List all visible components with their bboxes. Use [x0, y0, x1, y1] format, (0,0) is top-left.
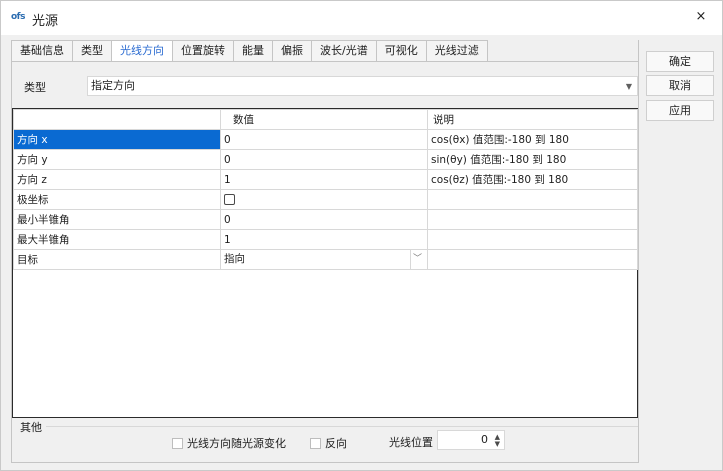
window-title: 光源 [32, 14, 59, 29]
row-value-cell[interactable]: 指向 ﹀ [220, 249, 428, 270]
cancel-button[interactable]: 取消 [646, 75, 714, 96]
follow-source-label: 光线方向随光源变化 [187, 437, 286, 450]
row-description: cos(θx) 值范围:-180 到 180 [427, 129, 638, 150]
tab-energy[interactable]: 能量 [233, 40, 272, 62]
property-grid: 数值 说明 方向 x 0 cos(θx) 值范围:-180 到 180 方向 y… [12, 108, 638, 418]
tab-visualization[interactable]: 可视化 [375, 40, 426, 62]
reverse-checkbox[interactable] [310, 437, 321, 449]
target-dropdown-value: 指向 [224, 253, 245, 265]
row-name[interactable]: 最大半锥角 [13, 229, 221, 250]
light-source-dialog: ofs 光源 × 基础信息 类型 光线方向 位置旋转 能量 偏振 波长/光谱 可… [0, 0, 723, 471]
tab-type[interactable]: 类型 [72, 40, 111, 62]
chevron-down-icon[interactable]: ﹀ [410, 250, 424, 269]
app-logo-icon: ofs [11, 12, 25, 22]
grid-header-value: 数值 [220, 109, 428, 130]
row-name[interactable]: 极坐标 [13, 189, 221, 210]
grid-row-direction-x[interactable]: 方向 x 0 cos(θx) 值范围:-180 到 180 [13, 129, 638, 150]
ray-position-stepper[interactable]: 0 ▲ ▼ [437, 430, 505, 450]
tab-content: 类型 指定方向 ▼ 数值 说明 方向 x 0 cos(θx) 值范围:-180 … [11, 61, 639, 463]
row-description: cos(θz) 值范围:-180 到 180 [427, 169, 638, 190]
follow-source-checkbox-row[interactable]: 光线方向随光源变化 [172, 435, 286, 451]
tab-wavelength-spectrum[interactable]: 波长/光谱 [311, 40, 376, 62]
row-description [427, 229, 638, 250]
chevron-down-icon: ▼ [625, 82, 632, 91]
ray-position-value: 0 [481, 433, 488, 446]
row-description [427, 249, 638, 270]
row-description [427, 189, 638, 210]
tab-position-rotation[interactable]: 位置旋转 [172, 40, 233, 62]
row-value-input[interactable]: 0 [220, 149, 428, 170]
tab-ray-filter[interactable]: 光线过滤 [425, 40, 488, 62]
other-group-title: 其他 [20, 421, 42, 434]
grid-header-row: 数值 说明 [13, 109, 638, 130]
row-name[interactable]: 目标 [13, 249, 221, 270]
follow-source-checkbox[interactable] [172, 437, 183, 449]
group-divider [46, 426, 638, 427]
row-value-input[interactable]: 0 [220, 209, 428, 230]
grid-row-polar[interactable]: 极坐标 [13, 189, 638, 210]
grid-header-description: 说明 [427, 109, 638, 130]
title-bar: ofs 光源 × [1, 1, 722, 35]
close-button[interactable]: × [694, 10, 708, 24]
tab-ray-direction[interactable]: 光线方向 [111, 40, 172, 63]
tab-polarization[interactable]: 偏振 [272, 40, 311, 62]
ray-position-label: 光线位置 [389, 436, 433, 449]
type-dropdown[interactable]: 指定方向 ▼ [87, 76, 638, 96]
row-name[interactable]: 方向 y [13, 149, 221, 170]
row-value-input[interactable]: 1 [220, 169, 428, 190]
reverse-checkbox-row[interactable]: 反向 [310, 435, 347, 451]
stepper-down-icon[interactable]: ▼ [495, 440, 500, 448]
grid-row-min-half-angle[interactable]: 最小半锥角 0 [13, 209, 638, 230]
ok-button[interactable]: 确定 [646, 51, 714, 72]
grid-row-target[interactable]: 目标 指向 ﹀ [13, 249, 638, 270]
polar-checkbox[interactable] [224, 194, 235, 205]
row-description: sin(θy) 值范围:-180 到 180 [427, 149, 638, 170]
type-dropdown-value: 指定方向 [91, 79, 135, 92]
tab-basic-info[interactable]: 基础信息 [11, 40, 72, 62]
row-value-input[interactable]: 0 [220, 129, 428, 150]
grid-row-direction-y[interactable]: 方向 y 0 sin(θy) 值范围:-180 到 180 [13, 149, 638, 170]
type-label: 类型 [24, 81, 46, 94]
row-name[interactable]: 方向 z [13, 169, 221, 190]
row-description [427, 209, 638, 230]
grid-row-direction-z[interactable]: 方向 z 1 cos(θz) 值范围:-180 到 180 [13, 169, 638, 190]
target-dropdown[interactable]: 指向 ﹀ [224, 250, 424, 269]
reverse-label: 反向 [325, 437, 347, 450]
grid-row-max-half-angle[interactable]: 最大半锥角 1 [13, 229, 638, 250]
row-value-input[interactable]: 1 [220, 229, 428, 250]
row-value-cell[interactable] [220, 189, 428, 210]
row-name[interactable]: 最小半锥角 [13, 209, 221, 230]
button-panel-divider [638, 40, 639, 463]
tab-strip: 基础信息 类型 光线方向 位置旋转 能量 偏振 波长/光谱 可视化 光线过滤 [11, 40, 488, 63]
row-name[interactable]: 方向 x [13, 129, 221, 150]
grid-header-name [13, 109, 221, 130]
apply-button[interactable]: 应用 [646, 100, 714, 121]
